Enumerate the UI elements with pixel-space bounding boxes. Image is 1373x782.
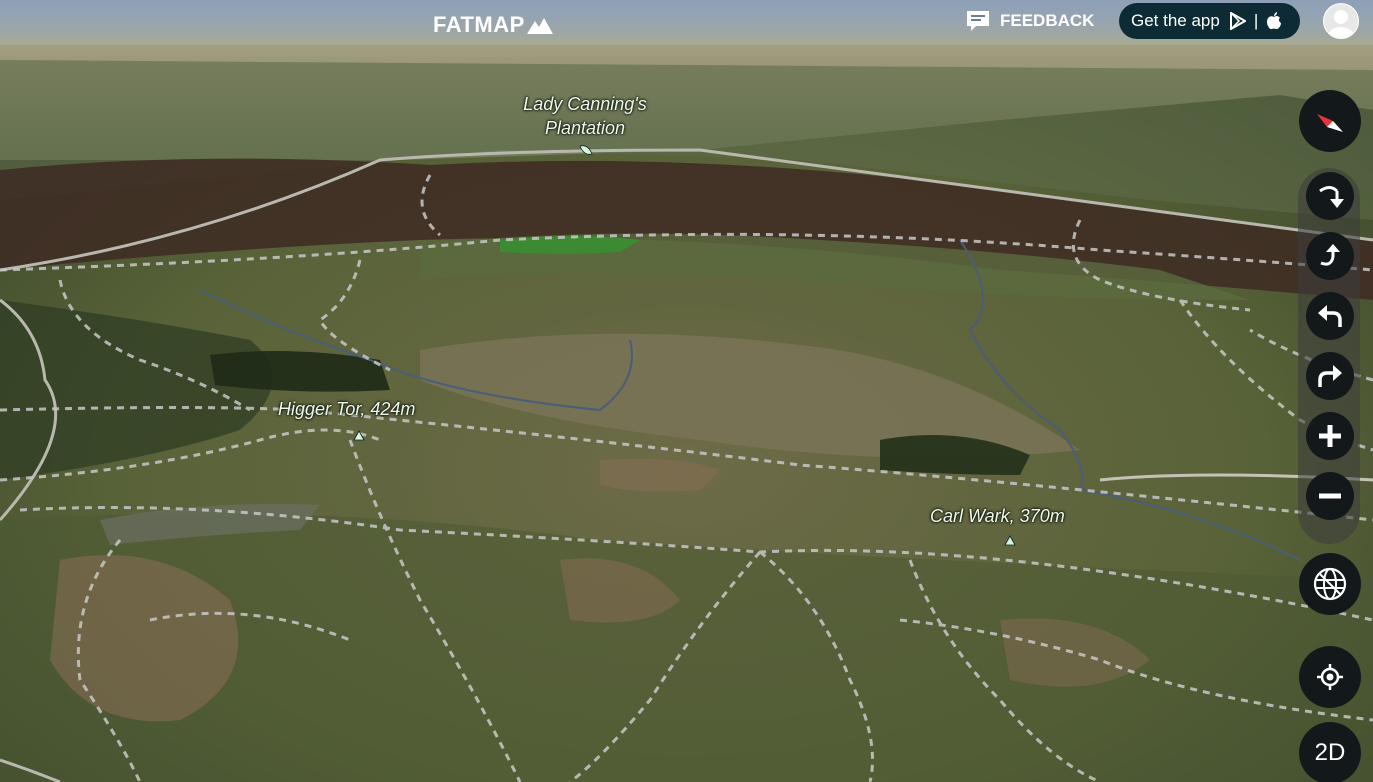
get-app-label: Get the app bbox=[1131, 11, 1220, 30]
map-label-higger-tor[interactable]: Higger Tor, 424m bbox=[278, 397, 415, 421]
mountain-logo-icon bbox=[526, 18, 553, 34]
tilt-down-icon bbox=[1319, 186, 1344, 208]
minus-icon bbox=[1319, 493, 1341, 499]
zoom-in-button[interactable] bbox=[1306, 412, 1354, 460]
locate-button[interactable] bbox=[1299, 646, 1361, 708]
plus-icon bbox=[1319, 425, 1341, 447]
get-the-app-button[interactable]: Get the app | bbox=[1119, 3, 1300, 39]
view-mode-2d-button[interactable]: 2D bbox=[1299, 722, 1361, 782]
feedback-button[interactable]: FEEDBACK bbox=[966, 8, 1094, 34]
rotate-right-icon bbox=[1318, 365, 1342, 387]
tilt-up-icon bbox=[1320, 244, 1340, 266]
compass-icon bbox=[1317, 114, 1343, 132]
locate-icon bbox=[1317, 664, 1343, 690]
map-label-lady-cannings-plantation[interactable]: Lady Canning's Plantation bbox=[508, 92, 662, 140]
rotate-left-icon bbox=[1318, 305, 1342, 327]
layers-button[interactable] bbox=[1299, 553, 1361, 615]
google-play-icon[interactable] bbox=[1229, 12, 1246, 30]
compass-button[interactable] bbox=[1299, 90, 1361, 152]
label-line: Higger Tor, 424m bbox=[278, 399, 416, 419]
zoom-out-button[interactable] bbox=[1306, 472, 1354, 520]
view-mode-label: 2D bbox=[1314, 739, 1346, 766]
logo-text: FATMAP bbox=[433, 12, 525, 37]
map-label-carl-wark[interactable]: Carl Wark, 370m bbox=[930, 504, 1065, 528]
apple-icon[interactable] bbox=[1266, 12, 1282, 30]
chat-bubble-icon bbox=[967, 11, 989, 31]
user-icon bbox=[1328, 10, 1354, 38]
user-avatar[interactable] bbox=[1323, 3, 1359, 39]
label-line: Carl Wark, 370m bbox=[930, 506, 1065, 526]
label-line: Plantation bbox=[544, 118, 626, 138]
app-separator: | bbox=[1253, 11, 1259, 30]
label-line: Lady Canning's bbox=[523, 94, 647, 114]
tilt-up-button[interactable] bbox=[1306, 232, 1354, 280]
feedback-label: FEEDBACK bbox=[1000, 11, 1095, 30]
globe-icon bbox=[1313, 567, 1347, 601]
tilt-down-button[interactable] bbox=[1306, 172, 1354, 220]
rotate-right-button[interactable] bbox=[1306, 352, 1354, 400]
rotate-left-button[interactable] bbox=[1306, 292, 1354, 340]
terrain-map[interactable] bbox=[0, 0, 1373, 782]
fatmap-logo[interactable]: FATMAP bbox=[433, 12, 553, 38]
